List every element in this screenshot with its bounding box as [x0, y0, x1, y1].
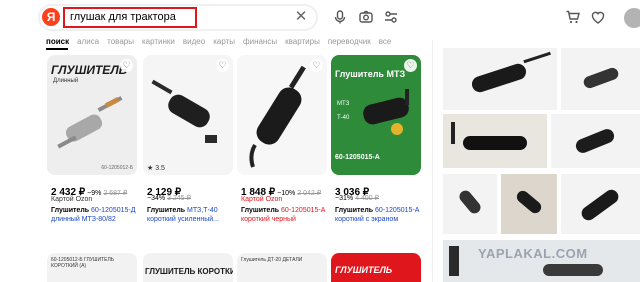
- muffler-illustration: [581, 189, 619, 221]
- favorite-icon[interactable]: ♡: [120, 59, 133, 72]
- product-title-bold: Глушитель: [147, 207, 186, 214]
- product-image[interactable]: ГЛУШИТЕЛЬ Длинный 60-1205012-Б: [47, 55, 137, 175]
- tab-maps[interactable]: карты: [213, 36, 235, 50]
- muffler-illustration: [249, 65, 306, 168]
- product-title-bold: Глушитель: [241, 207, 280, 214]
- heart-icon[interactable]: [590, 9, 606, 25]
- muffler-illustration: [459, 190, 481, 214]
- search-query-text: глушак для трактора: [70, 11, 176, 23]
- image-result[interactable]: [501, 174, 557, 234]
- search-tabs: поиск алиса товары картинки видео карты …: [46, 36, 399, 50]
- muffler-illustration: [583, 67, 619, 89]
- cart-icon[interactable]: [565, 9, 581, 25]
- favorite-icon[interactable]: ♡: [310, 59, 323, 72]
- old-price: 2 042 ₽: [297, 190, 322, 197]
- header: Я глушак для трактора ✕: [0, 0, 640, 36]
- muffler-illustration: [471, 51, 551, 93]
- product-card-partial[interactable]: Глушитель ДТ-20 ДЕТАЛИ: [237, 253, 327, 282]
- image-result[interactable]: [551, 114, 640, 168]
- discount: −34%: [147, 195, 166, 202]
- product-card[interactable]: Глушитель МТЗ МТЗ Т-40 60-1205015-А ♡ 3 …: [331, 55, 421, 235]
- tab-all[interactable]: все: [379, 36, 392, 50]
- image-result[interactable]: [443, 114, 547, 168]
- watermark: YAPLAKAL.COM: [478, 246, 588, 261]
- image-result[interactable]: [561, 48, 640, 110]
- payment-note: Картой Ozon: [241, 196, 283, 203]
- discount: −31%: [335, 195, 354, 202]
- old-price: 2 687 ₽: [103, 190, 128, 197]
- tab-images[interactable]: картинки: [142, 36, 175, 50]
- product-image-code: 60-1205015-А: [335, 154, 380, 161]
- clear-icon[interactable]: ✕: [294, 9, 308, 24]
- product-image-sublabel: Длинный: [53, 78, 79, 84]
- product-image-sublabel: МТЗ Т-40: [337, 101, 350, 121]
- product-image-label: ГЛУШИТЕЛЬ: [51, 63, 128, 77]
- tab-goods[interactable]: товары: [107, 36, 134, 50]
- old-price: 3 245 ₽: [167, 195, 191, 202]
- discount-row: −34% 3 245 ₽: [147, 194, 191, 202]
- product-image-label: ГЛУШИТЕЛЬ: [335, 265, 393, 275]
- product-image-label: 60-1205012-Б ГЛУШИТЕЛЬ КОРОТКИЙ (А): [51, 257, 115, 269]
- product-card-partial[interactable]: 60-1205012-Б ГЛУШИТЕЛЬ КОРОТКИЙ (А): [47, 253, 137, 282]
- favorite-icon[interactable]: ♡: [216, 59, 229, 72]
- search-input[interactable]: глушак для трактора: [63, 7, 197, 28]
- product-carousel: ГЛУШИТЕЛЬ Длинный 60-1205012-Б ♡ 2 432 ₽…: [43, 55, 428, 282]
- product-image[interactable]: ★ 3.5: [143, 55, 233, 175]
- product-title[interactable]: Глушитель 60-1205015-А короткий с экрано…: [335, 206, 423, 224]
- muffler-illustration: [451, 122, 527, 150]
- product-card[interactable]: ★ 3.5 ♡ 2 129 ₽ −34% 3 245 ₽ Глушитель М…: [143, 55, 233, 235]
- avatar[interactable]: [624, 8, 640, 28]
- image-result[interactable]: [443, 174, 497, 234]
- product-image[interactable]: [237, 55, 327, 175]
- muffler-illustration: [516, 190, 542, 214]
- product-card[interactable]: ГЛУШИТЕЛЬ Длинный 60-1205012-Б ♡ 2 432 ₽…: [47, 55, 137, 235]
- product-image-label: Глушитель МТЗ: [335, 69, 406, 79]
- product-title[interactable]: Глушитель МТЗ,Т-40 короткий усиленный...: [147, 206, 235, 224]
- divider: [432, 40, 433, 282]
- product-title[interactable]: Глушитель 60-1205015-А короткий черный: [241, 206, 329, 224]
- muffler-illustration: [363, 89, 409, 135]
- yandex-logo[interactable]: Я: [42, 8, 60, 26]
- old-price: 4 400 ₽: [355, 195, 379, 202]
- product-title[interactable]: Глушитель 60-1205015-Д длинный МТЗ-80/82: [51, 206, 139, 224]
- muffler-illustration: [575, 129, 615, 153]
- product-image[interactable]: Глушитель МТЗ МТЗ Т-40 60-1205015-А: [331, 55, 421, 175]
- tab-translator[interactable]: переводчик: [328, 36, 371, 50]
- product-card-partial[interactable]: ГЛУШИТЕЛЬ: [331, 253, 421, 282]
- product-title-bold: Глушитель: [335, 207, 374, 214]
- image-result[interactable]: [443, 48, 557, 110]
- camera-search-icon[interactable]: [358, 9, 374, 25]
- tab-finance[interactable]: финансы: [243, 36, 277, 50]
- rating: ★ 3.5: [147, 165, 165, 172]
- muffler-illustration: [151, 79, 217, 143]
- discount-row: −31% 4 400 ₽: [335, 194, 379, 202]
- filter-icon[interactable]: [383, 9, 399, 25]
- product-image-label: Глушитель ДТ-20 ДЕТАЛИ: [241, 257, 303, 263]
- product-image-code: 60-1205012-Б: [101, 165, 133, 171]
- tab-alice[interactable]: алиса: [77, 36, 99, 50]
- product-title-bold: Глушитель: [51, 207, 90, 214]
- tab-apartments[interactable]: квартиры: [285, 36, 320, 50]
- payment-note: Картой Ozon: [51, 196, 93, 203]
- muffler-illustration: [57, 96, 123, 149]
- product-card-partial[interactable]: ГЛУШИТЕЛЬ КОРОТКИЙ: [143, 253, 233, 282]
- tab-video[interactable]: видео: [183, 36, 205, 50]
- image-result[interactable]: [561, 174, 640, 234]
- microphone-icon[interactable]: [332, 9, 348, 25]
- active-tab-underline: [46, 48, 68, 50]
- product-card[interactable]: ♡ 1 848 ₽ −10% 2 042 ₽ Картой Ozon Глушите…: [237, 55, 327, 235]
- favorite-icon[interactable]: ♡: [404, 59, 417, 72]
- product-image-label: ГЛУШИТЕЛЬ КОРОТКИЙ: [145, 267, 233, 276]
